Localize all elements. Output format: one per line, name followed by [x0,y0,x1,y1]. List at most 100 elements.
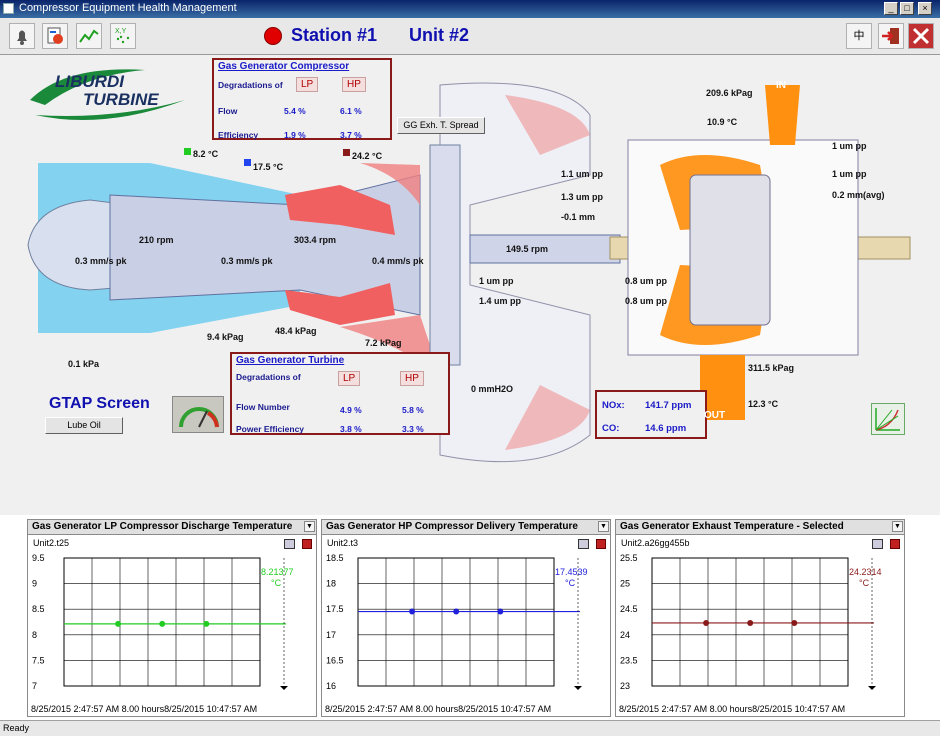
reading-hp-pressure: 48.4 kPag [275,326,317,336]
reading-exhaust-pressure: 7.2 kPag [365,338,402,348]
axis-arrow [868,686,876,690]
reading-axial-avg: 0.2 mm(avg) [832,190,885,200]
y-tick-label: 9.5 [32,553,45,563]
chevron-down-icon[interactable]: ▼ [304,521,315,532]
xy-plot-icon[interactable]: X,Y [110,23,136,49]
gg-exh-spread-button[interactable]: GG Exh. T. Spread [397,117,485,134]
gtap-schematic: LIBURDI TURBINE Gas Generator Compressor… [0,55,940,515]
reading-hp-temp: 17.5 °C [253,162,284,172]
compressor-box-title[interactable]: Gas Generator Compressor [218,61,349,72]
trend-footer: 8/25/2015 2:47:57 AM 8.00 hours8/25/2015… [619,704,846,714]
trend-panel-title: Gas Generator LP Compressor Discharge Te… [28,520,316,535]
lp-tag: LP [296,77,319,92]
reading-inlet-pressure: 0.1 kPa [68,359,100,369]
trend-chart: 9.5 9 8.5 8 7.5 7 [32,553,288,691]
trend-chart: 25.5 25 24.5 24 23.5 23 [620,553,876,691]
reading-suction-temp: 10.9 °C [707,117,738,127]
reading-exhaust-temp: 24.2 °C [352,151,383,161]
trend-panel-title: Gas Generator HP Compressor Delivery Tem… [322,520,610,535]
turbine-degradations-label: Degradations of [236,372,301,382]
emissions-box: NOx: 141.7 ppm CO: 14.6 ppm [595,390,707,439]
exit-icon[interactable] [878,23,904,49]
y-tick-label: 7.5 [32,655,45,665]
compressor-degradation-box: Gas Generator Compressor Degradations of… [212,58,392,140]
maximize-button[interactable]: □ [900,2,914,15]
co-value: 14.6 ppm [645,423,687,434]
flow-number-label: Flow Number [236,402,290,412]
y-tick-label: 17 [326,630,336,640]
liburdi-logo: LIBURDI TURBINE [25,60,205,130]
trend-point [747,619,754,626]
inlet-label: IN [776,80,786,91]
station-status-indicator [264,27,282,45]
trend-point [497,608,504,615]
reading-discharge-pressure: 311.5 kPag [748,363,795,373]
logo-text-2: TURBINE [83,90,159,109]
trend-tag: Unit2.a26gg455b [621,538,690,548]
svg-text:X,Y: X,Y [115,28,127,35]
app-icon [3,3,14,14]
efficiency-lp-value: 1.9 % [284,130,306,140]
save-icon[interactable] [578,539,589,549]
lube-oil-button[interactable]: Lube Oil [45,417,123,434]
y-tick-label: 24.5 [620,604,638,614]
chevron-down-icon[interactable]: ▼ [892,521,903,532]
y-tick-label: 23.5 [620,655,638,665]
flow-number-hp-value: 5.8 % [402,405,424,415]
y-tick-label: 18 [326,579,336,589]
trend-panel-exhaust: Gas Generator Exhaust Temperature - Sele… [615,519,905,717]
hp-tag: HP [342,77,366,92]
turbine-lp-tag: LP [338,371,361,386]
y-tick-label: 8.5 [32,604,45,614]
lp-temp-marker [184,148,191,155]
alarm-bell-icon[interactable] [9,23,35,49]
nox-label: NOx: [602,400,625,411]
reading-vib-1b: 1 um pp [832,141,867,151]
save-icon[interactable] [284,539,295,549]
reading-vib-1a: 1 um pp [479,276,514,286]
reading-rpm-210: 210 rpm [139,235,174,245]
co-label: CO: [602,423,620,434]
close-icon[interactable] [302,539,312,549]
turbine-box-title[interactable]: Gas Generator Turbine [236,355,344,366]
flow-hp-value: 6.1 % [340,106,362,116]
report-icon[interactable] [42,23,68,49]
gauge-icon[interactable] [172,396,224,433]
close-window-button[interactable]: × [918,2,932,15]
window-title: Compressor Equipment Health Management [19,2,237,14]
trend-tag: Unit2.t3 [327,538,359,548]
chevron-down-icon[interactable]: ▼ [598,521,609,532]
flow-number-lp-value: 4.9 % [340,405,362,415]
close-app-icon[interactable] [908,23,934,49]
radar-chart-icon[interactable] [871,403,905,435]
trend-footer: 8/25/2015 2:47:57 AM 8.00 hours8/25/2015… [31,704,258,714]
y-tick-label: 25.5 [620,553,638,563]
reading-discharge-temp: 12.3 °C [748,399,779,409]
reading-vib-1c: 1 um pp [832,169,867,179]
language-button[interactable]: 中 [846,23,872,49]
trend-point [791,619,798,626]
minimize-button[interactable]: _ [884,2,898,15]
reading-vib-08a: 0.8 um pp [625,276,668,286]
close-icon[interactable] [890,539,900,549]
efficiency-label: Efficiency [218,130,259,140]
power-efficiency-hp-value: 3.3 % [402,424,424,434]
hp-temp-marker [244,159,251,166]
reading-lp-temp: 8.2 °C [193,149,219,159]
save-icon[interactable] [872,539,883,549]
y-tick-label: 18.5 [326,553,344,563]
window-titlebar: Compressor Equipment Health Management _… [0,0,940,18]
outlet-label: OUT [704,410,726,421]
axis-arrow [574,686,582,690]
flow-label: Flow [218,106,238,116]
power-efficiency-label: Power Efficiency [236,424,305,434]
turbine-hp-tag: HP [400,371,424,386]
close-icon[interactable] [596,539,606,549]
trend-panel-title: Gas Generator Exhaust Temperature - Sele… [616,520,904,535]
y-tick-label: 23 [620,681,630,691]
reading-rpm-149: 149.5 rpm [506,244,549,254]
turbine-degradation-box: Gas Generator Turbine Degradations of LP… [230,352,450,435]
y-tick-label: 25 [620,579,630,589]
trend-icon[interactable] [76,23,102,49]
y-tick-label: 16.5 [326,655,344,665]
